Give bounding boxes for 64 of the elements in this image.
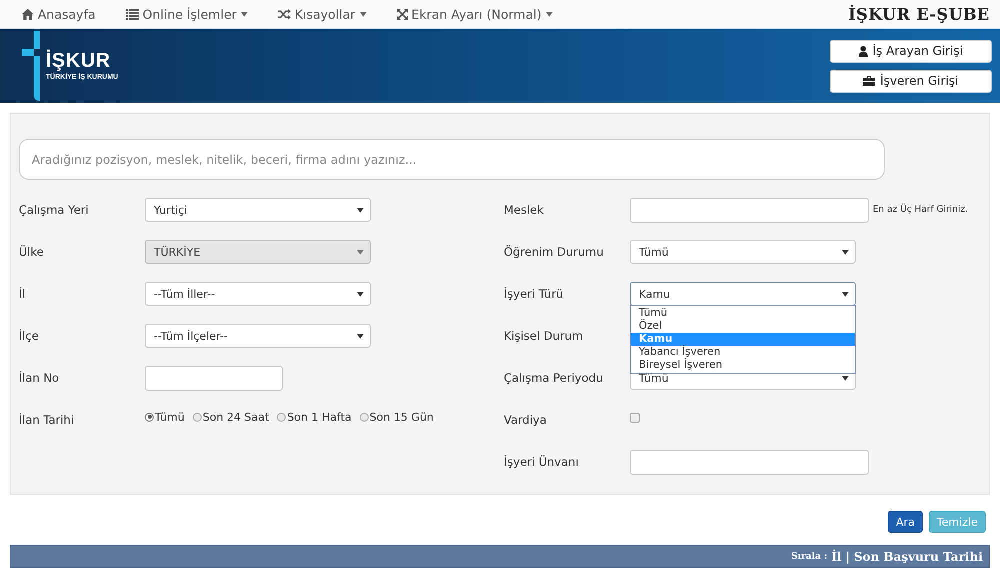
radio-button[interactable] xyxy=(360,412,369,422)
field-label: Kişisel Durum xyxy=(504,329,584,343)
radio-label: Tümü xyxy=(155,410,185,424)
field-label: İşyeri Ünvanı xyxy=(504,455,580,469)
field-label: İlan Tarihi xyxy=(19,413,76,427)
input-field[interactable] xyxy=(630,450,869,474)
caret-icon xyxy=(357,208,364,212)
field-label: Ülke xyxy=(19,245,45,259)
login-button[interactable]: İş Arayan Girişi xyxy=(830,40,992,62)
sort-label: Sırala : xyxy=(791,552,828,562)
caret-icon xyxy=(546,12,553,16)
radio-label: Son 15 Gün xyxy=(370,410,434,424)
briefcase-icon xyxy=(863,76,876,86)
input-field[interactable] xyxy=(630,198,869,222)
home-icon xyxy=(22,8,34,20)
separator-text: | xyxy=(846,550,850,564)
dropdown-option[interactable]: Yabancı İşveren xyxy=(631,346,855,359)
field-label: İşyeri Türü xyxy=(504,287,565,301)
sort-link[interactable]: İl xyxy=(832,550,842,564)
radio-label: Son 24 Saat xyxy=(202,410,270,424)
list-icon xyxy=(126,8,139,20)
nav-menu-item[interactable]: Kısayollar xyxy=(278,6,367,22)
logo-mark-icon xyxy=(22,31,40,101)
user-icon xyxy=(858,46,868,56)
site-title: İŞKUR E-ŞUBE xyxy=(848,4,990,24)
nav-menu-item[interactable]: Anasayfa xyxy=(22,6,96,22)
expand-icon xyxy=(396,8,408,20)
search-field[interactable]: Aradığınız pozisyon, meslek, nitelik, beceri, firma adını yazınız... xyxy=(19,139,885,180)
logo-name: İŞKUR xyxy=(46,51,112,71)
radio-button[interactable] xyxy=(192,412,202,422)
radio-button[interactable] xyxy=(145,412,154,422)
caret-icon xyxy=(842,250,849,254)
field-label: Vardiya xyxy=(504,413,548,427)
caret-icon xyxy=(842,292,849,296)
caret-icon xyxy=(360,12,367,16)
field-label: İl xyxy=(19,287,27,301)
dropdown-option[interactable]: Özel xyxy=(631,320,855,333)
shuffle-icon xyxy=(278,8,291,20)
dropdown-field[interactable]: --Tüm İller-- xyxy=(145,282,371,306)
dropdown-field: TÜRKİYE xyxy=(145,240,371,264)
field-label: Öğrenim Durumu xyxy=(504,245,605,259)
input-field[interactable] xyxy=(145,366,283,390)
caret-icon xyxy=(240,12,248,16)
dropdown-field[interactable]: Tümü xyxy=(630,240,856,264)
caret-icon xyxy=(357,292,364,296)
dropdown-field[interactable]: Yurtiçi xyxy=(145,198,371,222)
hint-text: En az Üç Harf Giriniz. xyxy=(873,205,968,215)
radio-label: Son 1 Hafta xyxy=(287,410,352,424)
search-button[interactable]: Ara xyxy=(888,511,923,533)
dropdown-field[interactable]: --Tüm İlçeler-- xyxy=(145,324,371,348)
field-label: İlçe xyxy=(19,329,40,343)
nav-menu-item[interactable]: Ekran Ayarı (Normal) xyxy=(396,6,553,22)
field-label: Çalışma Periyodu xyxy=(504,371,604,385)
checkbox[interactable] xyxy=(630,413,640,423)
dropdown-option[interactable]: Tümü xyxy=(631,307,855,320)
field-label: İlan No xyxy=(19,371,60,385)
radio-button[interactable] xyxy=(277,412,286,422)
field-label: Çalışma Yeri xyxy=(19,203,90,217)
caret-icon xyxy=(357,250,364,254)
caret-icon xyxy=(357,334,364,338)
sort-link[interactable]: Son Başvuru Tarihi xyxy=(854,550,983,564)
nav-menu-item[interactable]: Online İşlemler xyxy=(126,6,248,22)
field-label: Meslek xyxy=(504,203,545,217)
login-button[interactable]: İşveren Girişi xyxy=(830,70,992,92)
